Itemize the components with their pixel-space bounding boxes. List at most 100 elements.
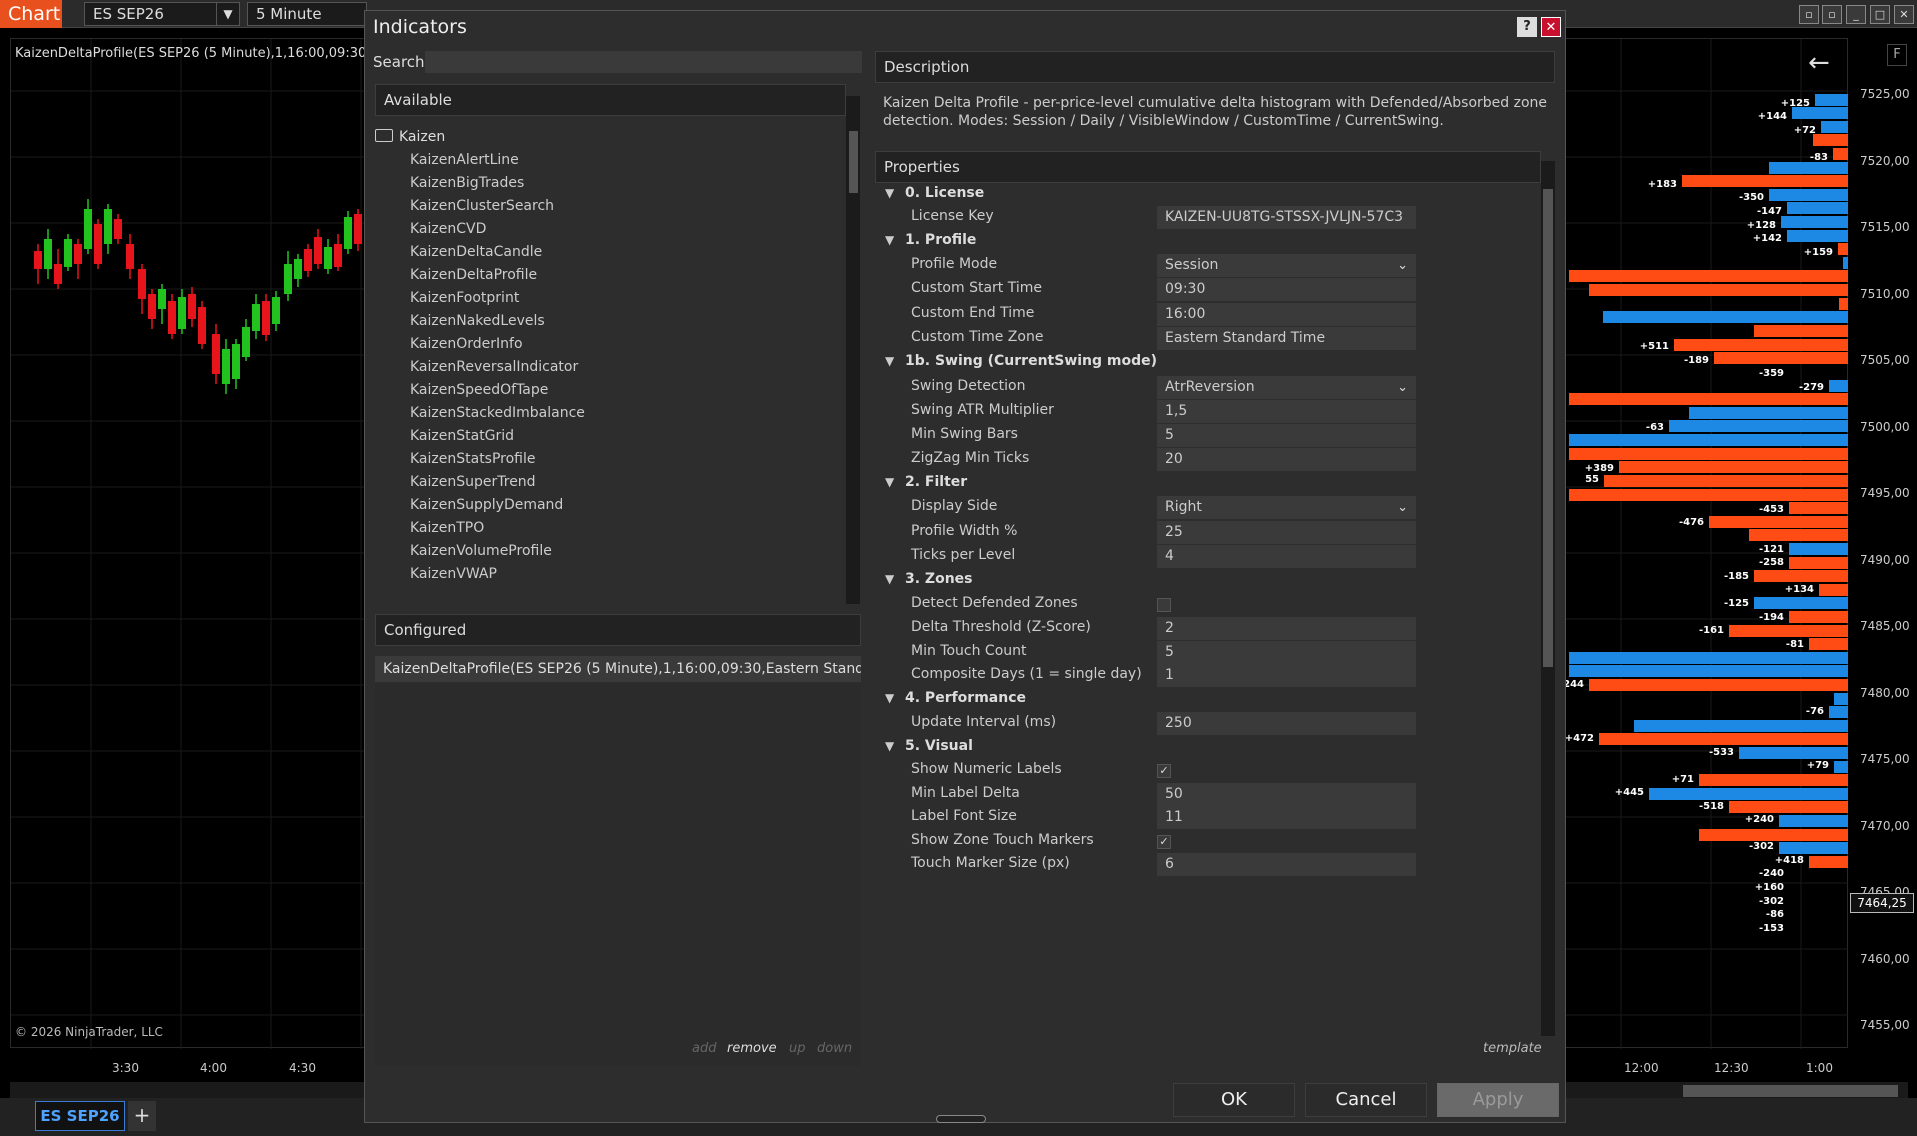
price-label: 7515,00: [1860, 220, 1910, 234]
scrollbar-thumb[interactable]: [849, 131, 858, 193]
property-select[interactable]: AtrReversion ⌄: [1157, 376, 1416, 399]
available-item[interactable]: KaizenSpeedOfTape: [375, 379, 845, 402]
candle-body: [94, 224, 102, 264]
property-row: Ticks per Level 4: [875, 545, 1535, 569]
help-icon[interactable]: ?: [1517, 17, 1537, 37]
property-category[interactable]: ▼ 1. Profile: [875, 230, 1535, 254]
price-label: 7510,00: [1860, 286, 1910, 301]
window-close-icon[interactable]: ✕: [1894, 5, 1914, 24]
scrollbar-thumb[interactable]: [1683, 1085, 1898, 1097]
property-input[interactable]: 11: [1157, 806, 1416, 829]
scrollbar-thumb[interactable]: [1543, 189, 1553, 667]
available-item[interactable]: KaizenStackedImbalance: [375, 402, 845, 425]
f-button[interactable]: F: [1887, 44, 1907, 66]
property-category[interactable]: ▼ 5. Visual: [875, 736, 1535, 760]
resize-handle[interactable]: [936, 1115, 986, 1123]
property-input[interactable]: 250: [1157, 712, 1416, 735]
property-category[interactable]: ▼ 3. Zones: [875, 569, 1535, 593]
property-input[interactable]: 6: [1157, 853, 1416, 876]
available-item[interactable]: KaizenReversalIndicator: [375, 356, 845, 379]
available-item[interactable]: KaizenStatsProfile: [375, 448, 845, 471]
collapse-caret-icon[interactable]: ▼: [885, 233, 894, 247]
property-select[interactable]: Session ⌄: [1157, 254, 1416, 277]
collapse-caret-icon[interactable]: ▼: [885, 691, 894, 705]
available-item[interactable]: KaizenVWAP: [375, 563, 845, 586]
ok-button[interactable]: OK: [1173, 1083, 1295, 1117]
available-item[interactable]: KaizenStatGrid: [375, 425, 845, 448]
property-category[interactable]: ▼ 1b. Swing (CurrentSwing mode): [875, 351, 1535, 375]
property-input[interactable]: 4: [1157, 545, 1416, 568]
price-label: 7485,00: [1860, 619, 1910, 633]
property-checkbox[interactable]: ✓: [1157, 835, 1171, 849]
minimize-icon[interactable]: _: [1846, 5, 1866, 24]
property-input[interactable]: 5: [1157, 424, 1416, 447]
property-input[interactable]: Eastern Standard Time: [1157, 327, 1416, 350]
available-item[interactable]: KaizenDeltaProfile: [375, 264, 845, 287]
available-item[interactable]: KaizenSuperTrend: [375, 471, 845, 494]
property-category[interactable]: ▼ 4. Performance: [875, 688, 1535, 712]
up-link[interactable]: up: [789, 1041, 806, 1056]
property-input[interactable]: 1: [1157, 664, 1416, 687]
back-arrow-icon[interactable]: ←: [1808, 48, 1830, 78]
available-item[interactable]: KaizenSupplyDemand: [375, 494, 845, 517]
property-input[interactable]: 1,5: [1157, 400, 1416, 423]
property-input[interactable]: 2: [1157, 617, 1416, 640]
search-input[interactable]: [425, 51, 862, 73]
delta-label: +511: [1639, 341, 1669, 352]
configured-list[interactable]: [375, 683, 861, 1066]
collapse-caret-icon[interactable]: ▼: [885, 739, 894, 753]
property-category[interactable]: ▼ 2. Filter: [875, 472, 1535, 496]
collapse-caret-icon[interactable]: ▼: [885, 572, 894, 586]
property-input[interactable]: 5: [1157, 641, 1416, 664]
property-input[interactable]: 16:00: [1157, 303, 1416, 326]
available-item[interactable]: KaizenAlertLine: [375, 149, 845, 172]
cancel-button[interactable]: Cancel: [1305, 1083, 1427, 1117]
apply-button[interactable]: Apply: [1437, 1083, 1559, 1117]
close-icon[interactable]: ✕: [1541, 17, 1561, 37]
property-checkbox[interactable]: [1157, 598, 1171, 612]
available-list[interactable]: Kaizen KaizenAlertLine KaizenBigTrades Kai…: [375, 126, 845, 606]
property-input[interactable]: KAIZEN-UU8TG-STSSX-JVLJN-57C3: [1157, 206, 1416, 229]
property-input[interactable]: 25: [1157, 521, 1416, 544]
available-item[interactable]: KaizenVolumeProfile: [375, 540, 845, 563]
available-item[interactable]: KaizenFootprint: [375, 287, 845, 310]
add-link[interactable]: add: [692, 1041, 716, 1056]
add-tab-button[interactable]: +: [128, 1101, 156, 1131]
property-input[interactable]: 20: [1157, 448, 1416, 471]
configured-item[interactable]: KaizenDeltaProfile(ES SEP26 (5 Minute),1…: [375, 656, 861, 682]
collapse-caret-icon[interactable]: ▼: [885, 354, 894, 368]
maximize-icon[interactable]: □: [1870, 5, 1890, 24]
delta-label: -86: [1765, 909, 1784, 920]
available-item[interactable]: KaizenClusterSearch: [375, 195, 845, 218]
available-item[interactable]: KaizenOrderInfo: [375, 333, 845, 356]
interval-selector[interactable]: 5 Minute: [247, 2, 367, 26]
property-select[interactable]: Right ⌄: [1157, 496, 1416, 519]
instrument-tab[interactable]: ES SEP26: [35, 1101, 125, 1131]
available-item[interactable]: KaizenNakedLevels: [375, 310, 845, 333]
available-item[interactable]: KaizenTPO: [375, 517, 845, 540]
chevron-down-icon: ⌄: [1397, 258, 1408, 273]
window-list-icon[interactable]: ▫: [1822, 5, 1842, 24]
instrument-selector[interactable]: ES SEP26: [84, 2, 218, 26]
template-link[interactable]: template: [1483, 1041, 1542, 1056]
instrument-dropdown-icon[interactable]: ▼: [216, 2, 240, 26]
chevron-down-icon: ⌄: [1397, 500, 1408, 515]
available-item[interactable]: KaizenCVD: [375, 218, 845, 241]
down-link[interactable]: down: [817, 1041, 852, 1056]
delta-bar: [1769, 162, 1849, 174]
candle-body: [242, 327, 250, 357]
property-category[interactable]: ▼ 0. License: [875, 183, 1535, 207]
property-checkbox[interactable]: ✓: [1157, 764, 1171, 778]
property-input[interactable]: 09:30: [1157, 278, 1416, 301]
collapse-caret-icon[interactable]: ▼: [885, 475, 894, 489]
available-item[interactable]: KaizenDeltaCandle: [375, 241, 845, 264]
remove-link[interactable]: remove: [727, 1041, 777, 1056]
restore-icon[interactable]: ▫: [1799, 5, 1819, 24]
price-label: 7490,00: [1860, 552, 1910, 567]
property-input[interactable]: 50: [1157, 783, 1416, 806]
folder-kaizen[interactable]: Kaizen: [375, 126, 845, 149]
delta-bar: [1809, 856, 1849, 868]
chart-tab[interactable]: Chart: [0, 0, 62, 28]
collapse-caret-icon[interactable]: ▼: [885, 186, 894, 200]
available-item[interactable]: KaizenBigTrades: [375, 172, 845, 195]
